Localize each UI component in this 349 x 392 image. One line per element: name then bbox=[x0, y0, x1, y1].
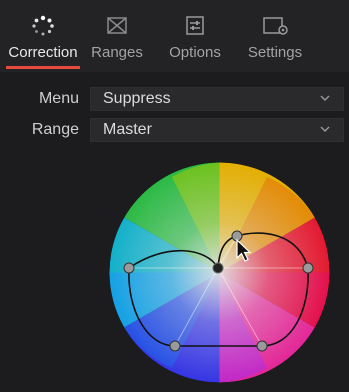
range-select[interactable]: Master bbox=[90, 118, 344, 142]
menu-select[interactable]: Suppress bbox=[90, 87, 344, 111]
menu-row: Menu Suppress bbox=[0, 87, 349, 111]
tab-correction-label: Correction bbox=[8, 44, 78, 61]
ranges-icon bbox=[107, 17, 127, 34]
range-label: Range bbox=[31, 121, 79, 138]
tab-options-label: Options bbox=[169, 44, 221, 61]
color-wheel[interactable] bbox=[107, 160, 332, 385]
loading-dots-icon bbox=[32, 15, 54, 36]
hue-vs-hue-panel: Correction Ranges Options Settings Menu … bbox=[0, 0, 349, 392]
chevron-down-icon bbox=[320, 95, 330, 101]
tab-ranges[interactable]: Ranges bbox=[86, 0, 148, 72]
options-sliders-icon bbox=[186, 16, 204, 35]
tab-settings[interactable]: Settings bbox=[240, 0, 310, 72]
chevron-down-icon bbox=[320, 126, 330, 132]
range-row: Range Master bbox=[0, 118, 349, 142]
color-wheel-graphic bbox=[109, 162, 330, 383]
tab-settings-label: Settings bbox=[247, 44, 303, 61]
tab-options[interactable]: Options bbox=[160, 0, 230, 72]
settings-icon bbox=[263, 17, 288, 35]
tab-correction[interactable]: Correction bbox=[0, 0, 86, 72]
menu-label: Menu bbox=[38, 90, 79, 107]
active-tab-indicator bbox=[6, 66, 80, 69]
tab-ranges-label: Ranges bbox=[91, 44, 143, 61]
menu-select-value: Suppress bbox=[103, 90, 171, 107]
tab-bar: Correction Ranges Options Settings bbox=[0, 0, 349, 72]
range-select-value: Master bbox=[103, 121, 152, 138]
